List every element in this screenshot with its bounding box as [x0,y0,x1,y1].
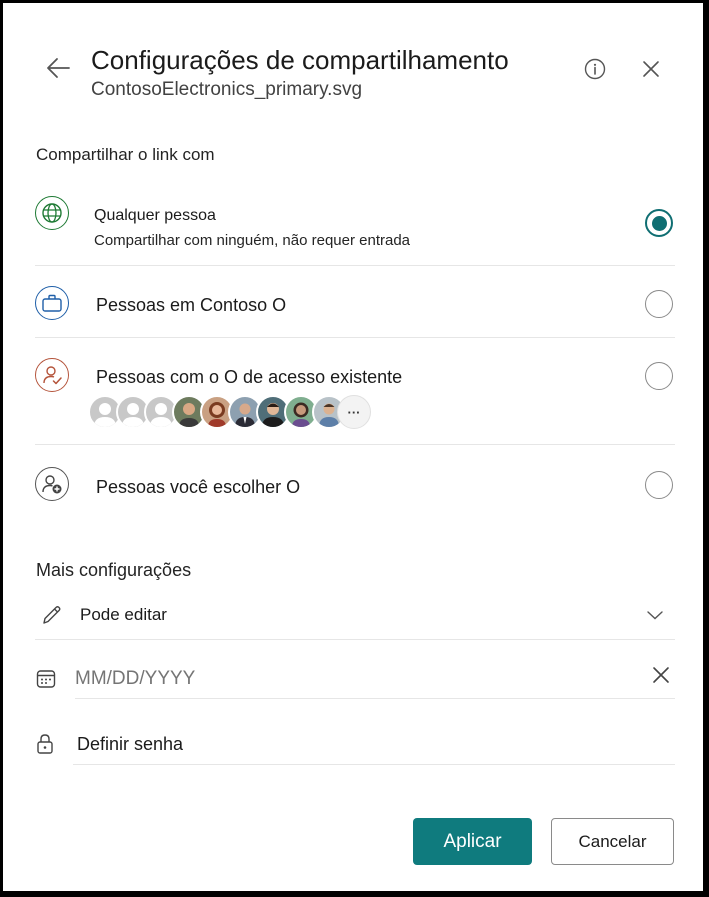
divider [35,639,675,640]
close-button[interactable] [638,56,664,82]
share-option-organization[interactable]: Pessoas em Contoso O [3,266,703,338]
arrow-left-icon [47,58,70,78]
more-people-button[interactable]: ··· [337,395,371,429]
avatar-stack: ··· [88,395,388,435]
share-option-anyone[interactable]: Qualquer pessoa Compartilhar com ninguém… [3,191,703,265]
person-add-icon [42,475,62,494]
pencil-icon [43,606,61,624]
back-button[interactable] [43,53,73,83]
calendar-icon [36,670,56,688]
radio-existing-access[interactable] [645,362,673,390]
option-title: Pessoas em Contoso O [96,295,287,315]
radio-organization[interactable] [645,290,673,318]
divider [75,698,675,699]
close-icon [643,61,659,77]
apply-button[interactable]: Aplicar [413,818,532,865]
set-password-field[interactable]: Definir senha [35,725,675,765]
permission-value: Pode editar [80,605,167,624]
share-option-specific-people[interactable]: Pessoas você escolher O [3,445,703,521]
dialog-title: Configurações de compartilhamento [91,45,509,75]
option-title: Qualquer pessoa [94,207,216,224]
option-title: Pessoas com o O de acesso existente [96,367,403,387]
share-settings-dialog: Configurações de compartilhamento Contos… [3,3,703,891]
option-icon-circle [35,196,69,230]
lock-icon [37,734,53,754]
option-description: Compartilhar com ninguém, não requer ent… [94,232,411,249]
option-icon-circle [35,467,69,501]
info-button[interactable] [582,56,608,82]
more-settings-heading: Mais configurações [36,560,192,580]
radio-anyone[interactable] [645,209,673,237]
share-with-heading: Compartilhar o link com [36,145,215,164]
option-title: Pessoas você escolher O [96,477,301,497]
close-icon [653,667,669,683]
briefcase-icon [42,294,62,312]
chevron-down-icon [647,611,663,620]
globe-icon [42,203,62,223]
cancel-button[interactable]: Cancelar [551,818,674,865]
option-icon-circle [35,286,69,320]
info-icon [584,58,606,80]
share-option-existing-access[interactable]: Pessoas com o O de acesso existente ··· [3,338,703,444]
radio-selected-dot [651,215,667,231]
clear-date-button[interactable] [649,663,673,687]
expiration-date-input[interactable] [75,663,635,695]
radio-specific-people[interactable] [645,471,673,499]
divider [73,764,675,765]
person-check-icon [43,366,62,385]
permission-dropdown[interactable]: Pode editar [35,595,675,639]
option-icon-circle [35,358,69,392]
file-name: ContosoElectronics_primary.svg [91,79,363,100]
set-password-label: Definir senha [77,734,184,754]
